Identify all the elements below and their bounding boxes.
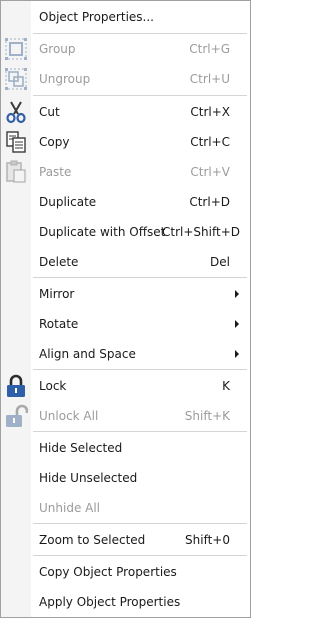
submenu-arrow-icon xyxy=(235,350,239,358)
submenu-arrow-icon xyxy=(235,320,239,328)
menu-item-label: Object Properties... xyxy=(39,10,154,24)
menu-item-label: Rotate xyxy=(39,317,79,331)
menu-item-label: Hide Unselected xyxy=(39,471,138,485)
menu-item-label: Paste xyxy=(39,165,72,179)
context-menu: Object Properties... Group Ctrl+G Ungrou… xyxy=(0,0,251,618)
menu-item-label: Copy Object Properties xyxy=(39,565,177,579)
menu-item-label: Hide Selected xyxy=(39,441,123,455)
menu-item-label: Group xyxy=(39,42,76,56)
menu-item-label: Mirror xyxy=(39,287,75,301)
menu-item-apply-object-properties[interactable]: Apply Object Properties xyxy=(1,587,250,617)
menu-item-label: Delete xyxy=(39,255,79,269)
menu-separator xyxy=(33,523,247,524)
menu-item-label: Copy xyxy=(39,135,70,149)
menu-item-cut[interactable]: Cut Ctrl+X xyxy=(1,97,250,127)
menu-item-label: Apply Object Properties xyxy=(39,595,181,609)
menu-item-group[interactable]: Group Ctrl+G xyxy=(1,34,250,64)
menu-item-ungroup[interactable]: Ungroup Ctrl+U xyxy=(1,64,250,94)
menu-item-copy[interactable]: Copy Ctrl+C xyxy=(1,127,250,157)
menu-item-shortcut: Ctrl+X xyxy=(190,105,230,119)
menu-item-paste[interactable]: Paste Ctrl+V xyxy=(1,157,250,187)
ungroup-icon xyxy=(4,67,28,91)
menu-item-delete[interactable]: Delete Del xyxy=(1,247,250,277)
menu-item-shortcut: Ctrl+D xyxy=(189,195,230,209)
submenu-arrow-icon xyxy=(235,290,239,298)
menu-item-unlock-all[interactable]: Unlock All Shift+K xyxy=(1,401,250,431)
lock-icon xyxy=(4,374,28,398)
menu-item-shortcut: Ctrl+C xyxy=(190,135,230,149)
menu-item-rotate[interactable]: Rotate xyxy=(1,309,250,339)
scissors-icon xyxy=(4,100,28,124)
menu-item-shortcut: Shift+K xyxy=(184,409,230,423)
menu-item-shortcut: Ctrl+U xyxy=(189,72,230,86)
paste-icon xyxy=(4,160,28,184)
menu-separator xyxy=(33,277,247,278)
menu-item-label: Cut xyxy=(39,105,60,119)
group-icon xyxy=(4,37,28,61)
menu-separator xyxy=(33,369,247,370)
menu-item-label: Lock xyxy=(39,379,67,393)
menu-item-shortcut: Ctrl+G xyxy=(189,42,230,56)
menu-item-mirror[interactable]: Mirror xyxy=(1,279,250,309)
menu-item-label: Zoom to Selected xyxy=(39,533,146,547)
menu-item-duplicate-with-offset[interactable]: Duplicate with Offset Ctrl+Shift+D xyxy=(1,217,250,247)
menu-item-lock[interactable]: Lock K xyxy=(1,371,250,401)
menu-item-hide-selected[interactable]: Hide Selected xyxy=(1,433,250,463)
menu-item-label: Unlock All xyxy=(39,409,99,423)
copy-icon xyxy=(4,130,28,154)
menu-item-duplicate[interactable]: Duplicate Ctrl+D xyxy=(1,187,250,217)
menu-item-align-and-space[interactable]: Align and Space xyxy=(1,339,250,369)
menu-item-label: Duplicate with Offset xyxy=(39,225,166,239)
menu-item-label: Duplicate xyxy=(39,195,97,209)
menu-item-hide-unselected[interactable]: Hide Unselected xyxy=(1,463,250,493)
menu-item-object-properties[interactable]: Object Properties... xyxy=(1,2,250,32)
menu-item-shortcut: K xyxy=(222,379,230,393)
unlock-icon xyxy=(4,404,28,428)
menu-item-shortcut: Ctrl+Shift+D xyxy=(162,225,240,239)
menu-separator xyxy=(33,555,247,556)
menu-item-label: Unhide All xyxy=(39,501,101,515)
menu-item-copy-object-properties[interactable]: Copy Object Properties xyxy=(1,557,250,587)
menu-item-unhide-all[interactable]: Unhide All xyxy=(1,493,250,523)
menu-item-shortcut: Ctrl+V xyxy=(190,165,230,179)
menu-item-zoom-to-selected[interactable]: Zoom to Selected Shift+0 xyxy=(1,525,250,555)
menu-item-label: Align and Space xyxy=(39,347,136,361)
menu-item-shortcut: Shift+0 xyxy=(185,533,230,547)
menu-item-label: Ungroup xyxy=(39,72,91,86)
menu-separator xyxy=(33,431,247,432)
menu-item-shortcut: Del xyxy=(210,255,230,269)
menu-separator xyxy=(33,95,247,96)
